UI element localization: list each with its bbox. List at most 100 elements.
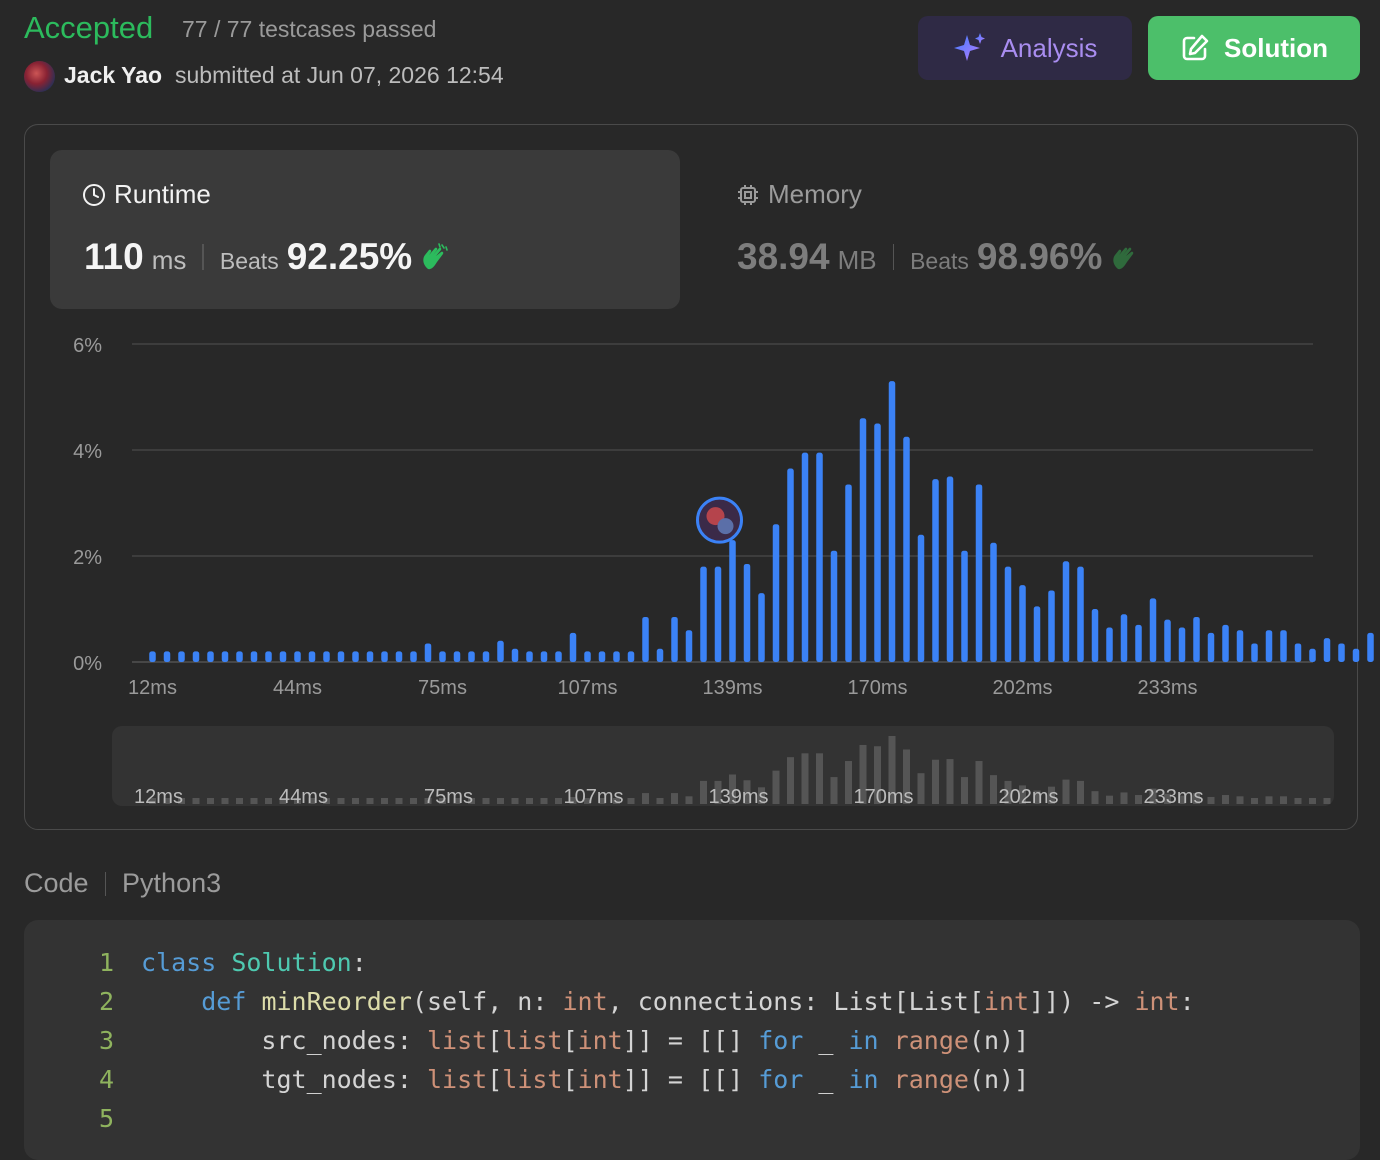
runtime-bar[interactable] <box>1077 566 1084 662</box>
runtime-bar[interactable] <box>1280 630 1287 662</box>
runtime-bar[interactable] <box>207 651 214 662</box>
runtime-bar[interactable] <box>613 651 620 662</box>
runtime-bar[interactable] <box>1309 648 1316 662</box>
runtime-bar[interactable] <box>323 651 330 662</box>
runtime-bar[interactable] <box>279 651 287 662</box>
runtime-bar[interactable] <box>511 648 519 662</box>
chart-range-navigator[interactable]: 12ms 44ms 75ms 107ms 139ms 170ms 202ms 233ms <box>112 726 1334 806</box>
runtime-bar[interactable] <box>381 651 388 662</box>
runtime-bar[interactable] <box>468 651 475 662</box>
runtime-bar[interactable] <box>642 616 649 662</box>
runtime-bar[interactable] <box>1207 632 1215 662</box>
runtime-bar[interactable] <box>1265 630 1273 662</box>
runtime-bar[interactable] <box>888 381 896 662</box>
runtime-distribution-chart[interactable]: 0% 2% 4% 6% 12ms 44ms 75ms 107ms 139ms 170ms 202ms… <box>0 330 1380 710</box>
runtime-bar[interactable] <box>917 534 925 662</box>
username-link[interactable]: Jack Yao <box>64 62 162 89</box>
code-line[interactable]: 5 <box>24 1104 1360 1143</box>
runtime-bar[interactable] <box>1091 609 1099 662</box>
runtime-bar[interactable] <box>743 563 751 662</box>
runtime-bar[interactable] <box>1106 627 1113 662</box>
runtime-bar[interactable] <box>1193 616 1200 662</box>
runtime-bar[interactable] <box>1352 648 1360 662</box>
runtime-bar[interactable] <box>540 651 548 662</box>
runtime-bar[interactable] <box>656 648 664 662</box>
runtime-bar[interactable] <box>439 651 446 662</box>
runtime-bar[interactable] <box>236 651 243 662</box>
runtime-bar[interactable] <box>598 651 606 662</box>
runtime-card[interactable] <box>50 150 680 309</box>
avatar[interactable] <box>24 61 55 92</box>
runtime-bar[interactable] <box>1019 585 1026 662</box>
runtime-bar[interactable] <box>859 418 867 662</box>
runtime-bar[interactable] <box>700 566 707 662</box>
runtime-bar[interactable] <box>1004 566 1012 662</box>
runtime-bar[interactable] <box>178 651 185 662</box>
runtime-tab[interactable]: Runtime <box>82 179 211 210</box>
runtime-bar[interactable] <box>729 540 736 662</box>
runtime-bar[interactable] <box>1120 614 1128 662</box>
my-submission-marker[interactable] <box>696 496 743 544</box>
runtime-bar[interactable] <box>874 423 881 663</box>
runtime-bar[interactable] <box>627 651 635 662</box>
runtime-bar[interactable] <box>569 632 577 662</box>
runtime-bar[interactable] <box>1367 632 1374 662</box>
runtime-bar[interactable] <box>163 651 171 662</box>
code-line[interactable]: 3 src_nodes: list[list[int]] = [[] for _… <box>24 1026 1360 1065</box>
runtime-bar[interactable] <box>308 651 316 662</box>
runtime-bar[interactable] <box>1294 643 1302 662</box>
runtime-bar[interactable] <box>961 550 968 662</box>
runtime-bar[interactable] <box>482 651 490 662</box>
runtime-bar[interactable] <box>946 476 954 663</box>
runtime-bar[interactable] <box>830 550 838 662</box>
runtime-bar[interactable] <box>1236 630 1244 662</box>
runtime-bar[interactable] <box>149 651 156 662</box>
runtime-bar[interactable] <box>671 616 678 662</box>
runtime-bar[interactable] <box>395 651 403 662</box>
runtime-bar[interactable] <box>1062 561 1070 662</box>
runtime-bar[interactable] <box>816 452 823 662</box>
runtime-bar[interactable] <box>1164 619 1171 662</box>
code-editor[interactable]: 1 class Solution: 2 def minReorder(self, n… <box>24 920 1360 1160</box>
runtime-bar[interactable] <box>265 651 272 662</box>
runtime-bar[interactable] <box>1323 638 1331 662</box>
runtime-bar[interactable] <box>758 593 765 662</box>
runtime-bar[interactable] <box>1251 643 1258 662</box>
runtime-bar[interactable] <box>1338 643 1345 662</box>
runtime-bar[interactable] <box>685 630 693 662</box>
code-line[interactable]: 4 tgt_nodes: list[list[int]] = [[] for _… <box>24 1065 1360 1104</box>
runtime-bar[interactable] <box>221 651 229 662</box>
runtime-bar[interactable] <box>352 651 359 662</box>
runtime-bar[interactable] <box>497 640 504 662</box>
runtime-bar[interactable] <box>294 651 301 662</box>
runtime-bar[interactable] <box>1135 624 1142 662</box>
runtime-bar[interactable] <box>903 436 910 662</box>
runtime-bar[interactable] <box>337 651 345 662</box>
runtime-bar[interactable] <box>787 468 794 662</box>
analysis-button[interactable]: Analysis <box>918 16 1132 80</box>
runtime-bar[interactable] <box>990 542 997 662</box>
runtime-bar[interactable] <box>424 643 432 662</box>
runtime-bar[interactable] <box>1222 624 1229 662</box>
runtime-bar[interactable] <box>1178 627 1186 662</box>
solution-button[interactable]: Solution <box>1148 16 1360 80</box>
runtime-bar[interactable] <box>1033 606 1041 662</box>
runtime-bar[interactable] <box>801 452 809 662</box>
runtime-bar[interactable] <box>1149 598 1157 662</box>
code-line[interactable]: 1 class Solution: <box>24 948 1360 987</box>
runtime-bar[interactable] <box>526 651 533 662</box>
runtime-bar[interactable] <box>410 651 417 662</box>
runtime-bar[interactable] <box>1048 590 1055 662</box>
runtime-bar[interactable] <box>975 484 983 662</box>
runtime-bar[interactable] <box>772 524 780 662</box>
code-line[interactable]: 2 def minReorder(self, n: int, connectio… <box>24 987 1360 1026</box>
runtime-bar[interactable] <box>714 566 722 662</box>
runtime-bar[interactable] <box>932 479 939 662</box>
runtime-bar[interactable] <box>366 651 374 662</box>
runtime-bar[interactable] <box>453 651 461 662</box>
runtime-bar[interactable] <box>250 651 258 662</box>
runtime-bar[interactable] <box>584 651 591 662</box>
runtime-bar[interactable] <box>555 651 562 662</box>
runtime-bar[interactable] <box>845 484 852 662</box>
memory-tab[interactable]: Memory <box>736 179 862 210</box>
